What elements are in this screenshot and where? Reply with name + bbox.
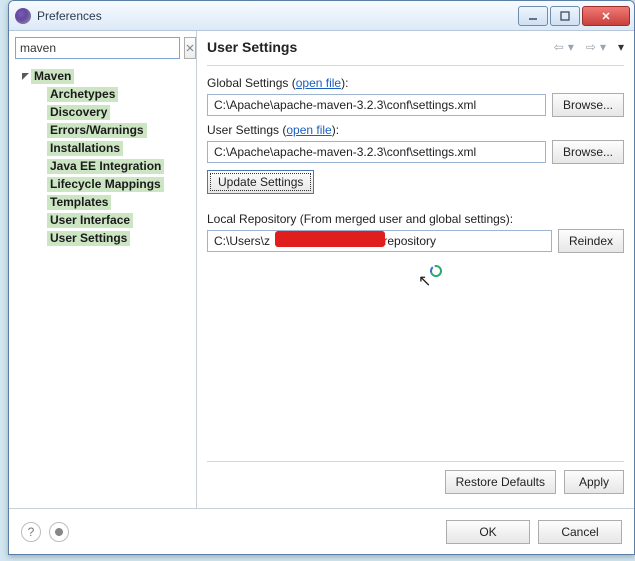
content-pane: User Settings ⇦ ▾ ⇨ ▾ ▾ Global Settings (o…	[197, 31, 634, 508]
app-icon	[15, 8, 31, 24]
local-repo-label: Local Repository (From merged user and g…	[207, 212, 624, 226]
close-button[interactable]	[582, 6, 630, 26]
preferences-window: Preferences	[8, 0, 635, 555]
preferences-sidebar: Maven Archetypes Discovery Errors/Warnin…	[9, 31, 197, 508]
restore-defaults-button[interactable]: Restore Defaults	[445, 470, 556, 494]
cancel-button[interactable]: Cancel	[538, 520, 622, 544]
preferences-tree[interactable]: Maven Archetypes Discovery Errors/Warnin…	[15, 65, 190, 502]
tree-node-user-settings[interactable]: User Settings	[43, 229, 190, 247]
tree-node-archetypes[interactable]: Archetypes	[43, 85, 190, 103]
apply-button[interactable]: Apply	[564, 470, 624, 494]
help-icon[interactable]: ?	[21, 522, 41, 542]
user-settings-open-link[interactable]: open file	[286, 123, 331, 137]
progress-spinner-icon: ↖	[422, 269, 438, 285]
page-title: User Settings	[207, 39, 554, 55]
tree-node-templates[interactable]: Templates	[43, 193, 190, 211]
user-settings-browse-button[interactable]: Browse...	[552, 140, 624, 164]
tree-node-user-interface[interactable]: User Interface	[43, 211, 190, 229]
global-settings-open-link[interactable]: open file	[296, 76, 341, 90]
clear-filter-button[interactable]	[184, 37, 196, 59]
local-repo-input[interactable]	[207, 230, 552, 252]
global-settings-input[interactable]	[207, 94, 546, 116]
maximize-button[interactable]	[550, 6, 580, 26]
nav-back-menu-icon[interactable]: ▾	[568, 40, 574, 54]
dialog-button-bar: ? OK Cancel	[9, 508, 634, 554]
reindex-button[interactable]: Reindex	[558, 229, 624, 253]
tree-node-lifecycle-mappings[interactable]: Lifecycle Mappings	[43, 175, 190, 193]
tree-node-maven[interactable]: Maven	[15, 67, 190, 85]
view-menu-icon[interactable]: ▾	[618, 40, 624, 54]
tree-node-java-ee-integration[interactable]: Java EE Integration	[43, 157, 190, 175]
nav-forward-icon[interactable]: ⇨	[586, 40, 596, 54]
import-export-icon[interactable]	[49, 522, 69, 542]
ok-button[interactable]: OK	[446, 520, 530, 544]
global-settings-label: Global Settings (open file):	[207, 76, 624, 90]
global-settings-browse-button[interactable]: Browse...	[552, 93, 624, 117]
tree-node-discovery[interactable]: Discovery	[43, 103, 190, 121]
filter-input[interactable]	[15, 37, 180, 59]
update-settings-button[interactable]: Update Settings	[207, 170, 314, 194]
minimize-button[interactable]	[518, 6, 548, 26]
nav-forward-menu-icon[interactable]: ▾	[600, 40, 606, 54]
tree-node-errors-warnings[interactable]: Errors/Warnings	[43, 121, 190, 139]
user-settings-label: User Settings (open file):	[207, 123, 624, 137]
tree-node-installations[interactable]: Installations	[43, 139, 190, 157]
tree-collapse-icon[interactable]	[19, 72, 31, 81]
nav-back-icon[interactable]: ⇦	[554, 40, 564, 54]
window-title: Preferences	[37, 9, 516, 23]
user-settings-input[interactable]	[207, 141, 546, 163]
titlebar: Preferences	[9, 1, 634, 31]
